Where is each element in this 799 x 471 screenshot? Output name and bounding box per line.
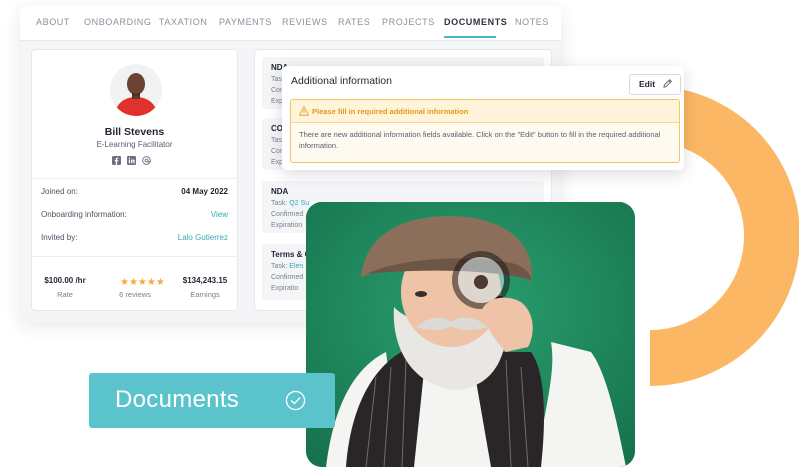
- document-confirmed: Confirmed: [271, 274, 304, 281]
- tab-reviews[interactable]: REVIEWS: [282, 17, 328, 27]
- tab-payments[interactable]: PAYMENTS: [219, 17, 272, 27]
- tab-onboarding[interactable]: ONBOARDING: [84, 17, 152, 27]
- document-expiration: Expiration: [271, 222, 303, 229]
- earnings-label: Earnings: [190, 290, 220, 299]
- document-task-label: Task:: [271, 200, 288, 207]
- warning-box: Please fill in required additional infor…: [290, 99, 680, 163]
- facebook-icon[interactable]: [112, 156, 121, 165]
- divider: [32, 178, 237, 179]
- rating-stars: ★★★★★: [120, 277, 165, 288]
- document-task-label: Task:: [271, 263, 288, 270]
- rate-label: Rate: [57, 290, 73, 299]
- linkedin-icon[interactable]: [127, 156, 136, 165]
- edit-button[interactable]: Edit: [629, 74, 681, 95]
- onboarding-view-link[interactable]: View: [211, 210, 228, 219]
- invited-by-label: Invited by:: [41, 233, 78, 242]
- edit-button-label: Edit: [639, 79, 656, 89]
- document-expiration: Expiratio: [271, 285, 299, 292]
- earnings-value: $134,243.15: [182, 276, 228, 285]
- joined-label: Joined on:: [41, 187, 78, 196]
- tab-projects[interactable]: PROJECTS: [382, 17, 435, 27]
- tab-about[interactable]: ABOUT: [36, 17, 70, 27]
- additional-info-popup: Additional information Edit Please fill …: [282, 66, 684, 170]
- document-task: Task: Elen: [271, 263, 303, 270]
- document-title: Terms & C: [271, 250, 311, 259]
- reviews-count: 6 reviews: [119, 290, 151, 299]
- avatar: [110, 64, 162, 116]
- warning-header: Please fill in required additional infor…: [291, 100, 679, 123]
- document-task-link[interactable]: Q2 Su: [289, 200, 309, 207]
- joined-value: 04 May 2022: [181, 187, 228, 196]
- profile-role: E-Learning Facilitator: [96, 140, 173, 149]
- tab-notes[interactable]: NOTES: [515, 17, 549, 27]
- photo-man-with-magnifier: [306, 202, 635, 467]
- document-task: Task: Q2 Su: [271, 200, 309, 207]
- document-title: NDA: [271, 187, 289, 196]
- invited-by-link[interactable]: Lalo Gutierrez: [178, 233, 228, 242]
- tab-bar: ABOUT ONBOARDING TAXATION PAYMENTS REVIE…: [20, 6, 561, 41]
- photo-illustration: [306, 202, 635, 467]
- tab-taxation[interactable]: TAXATION: [159, 17, 207, 27]
- document-task-link[interactable]: Elen: [289, 263, 303, 270]
- warning-title: Please fill in required additional infor…: [312, 107, 469, 116]
- documents-badge: Documents: [89, 373, 335, 428]
- active-tab-indicator: [444, 36, 496, 38]
- tab-documents[interactable]: DOCUMENTS: [444, 17, 507, 27]
- pencil-icon: [663, 79, 672, 88]
- social-links: [112, 156, 162, 166]
- warning-icon: [299, 106, 309, 116]
- documents-badge-label: Documents: [115, 386, 240, 413]
- rate-value: $100.00 /hr: [44, 276, 86, 285]
- warning-text: There are new additional information fie…: [299, 130, 661, 150]
- divider: [32, 256, 237, 257]
- onboarding-label: Onboarding information:: [41, 210, 127, 219]
- at-icon[interactable]: [142, 156, 151, 165]
- profile-panel: Bill Stevens E-Learning Facilitator Join…: [31, 49, 238, 311]
- popup-title: Additional information: [291, 75, 392, 87]
- document-confirmed: Confirmed: [271, 211, 304, 218]
- tab-rates[interactable]: RATES: [338, 17, 370, 27]
- profile-name: Bill Stevens: [104, 126, 165, 138]
- check-circle-icon: [285, 390, 306, 411]
